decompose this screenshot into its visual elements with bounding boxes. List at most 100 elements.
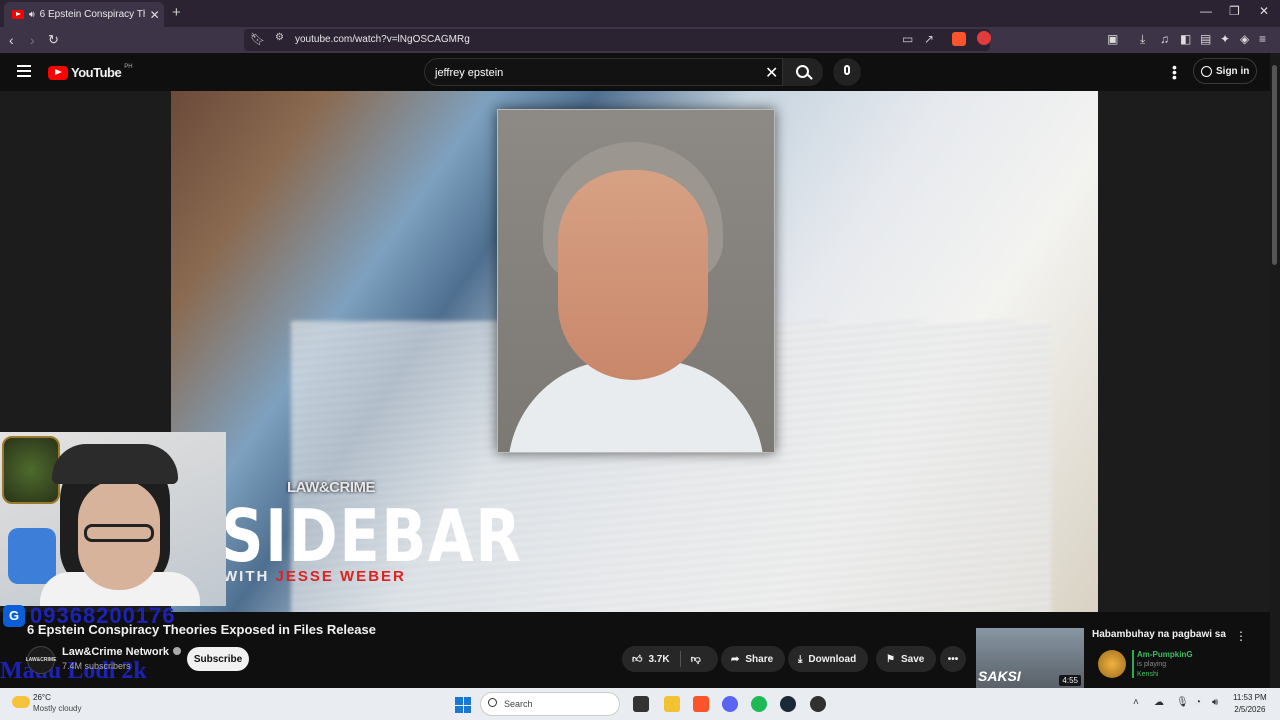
leo-ai-icon[interactable]: ✦ (1220, 32, 1230, 46)
restore-icon[interactable]: ❐ (1229, 4, 1240, 18)
recommended-video[interactable]: SAKSI 4:55 Habambuhay na pagbawi sa ⋮ Am… (975, 628, 1270, 688)
taskbar-search[interactable]: Search (480, 692, 620, 716)
channel-name[interactable]: Law&Crime Network (62, 646, 181, 658)
streamer-name: Am-PumpkinG (1137, 650, 1193, 659)
download-icon: ⤓ (798, 653, 803, 665)
discord-icon[interactable] (722, 696, 738, 712)
country-code: PH (124, 63, 133, 70)
clear-search-icon[interactable]: ✕ (765, 63, 778, 83)
channel-avatar[interactable]: LAW&CRIME (26, 646, 56, 674)
mic-icon (844, 65, 850, 75)
speaker-icon[interactable]: 🔊︎ (29, 9, 35, 20)
taskbar-search-icon (488, 698, 497, 707)
recommended-kebab-icon[interactable]: ⋮ (1235, 629, 1247, 643)
forward-icon[interactable]: › (30, 32, 35, 48)
search-box[interactable]: jeffrey epstein ✕ (424, 58, 823, 86)
save-icon: ⚑ (886, 653, 895, 665)
recommended-thumbnail[interactable]: SAKSI 4:55 (976, 628, 1084, 688)
video-title: 6 Epstein Conspiracy Theories Exposed in… (27, 622, 376, 637)
obs-icon[interactable] (810, 696, 826, 712)
share-icon: ➦ (731, 653, 740, 665)
reload-icon[interactable]: ↻ (48, 32, 59, 48)
channel-name-text[interactable]: Law&Crime Network (62, 646, 169, 658)
page-scrollbar[interactable] (1270, 53, 1280, 688)
video-frame[interactable]: LAW&CRIME SIDEBAR WITH JESSE WEBER (171, 91, 1098, 612)
youtube-logo[interactable]: YouTube PH (48, 63, 133, 80)
search-button[interactable] (782, 58, 823, 86)
spotify-icon[interactable] (751, 696, 767, 712)
plush-toy (8, 528, 56, 584)
mic-tray-icon[interactable]: 🎙︎ (1176, 697, 1189, 708)
file-explorer-icon[interactable] (664, 696, 680, 712)
bookmark-icon[interactable]: 🔖︎ (250, 32, 265, 46)
vpn-icon[interactable]: ◈ (1240, 32, 1249, 46)
gcash-icon (3, 605, 25, 627)
weather-condition[interactable]: Mostly cloudy (33, 704, 81, 713)
brave-rewards-icon[interactable] (977, 31, 991, 45)
search-icon (796, 65, 809, 78)
save-button[interactable]: ⚑ Save (876, 646, 936, 672)
webcam-overlay (0, 432, 226, 606)
reading-list-icon[interactable]: ◧ (1180, 32, 1191, 46)
recommended-title[interactable]: Habambuhay na pagbawi sa (1092, 629, 1226, 640)
sidebar-toggle-icon[interactable]: ▣ (1107, 32, 1118, 46)
site-info-icon[interactable]: ⚙︎ (275, 32, 284, 43)
weather-icon[interactable] (12, 696, 30, 708)
menu-icon[interactable]: ≡ (1259, 32, 1266, 46)
streamer-game: Kenshi (1137, 671, 1159, 678)
scrollbar-thumb[interactable] (1272, 65, 1277, 265)
brave-shield-icon[interactable] (952, 32, 966, 46)
account-icon (1201, 65, 1212, 77)
new-tab-icon[interactable]: + (172, 4, 181, 21)
cast-icon[interactable]: ▭ (902, 32, 913, 46)
address-bar[interactable]: 🔖︎ ⚙︎ youtube.com/watch?v=lNgOSCAGMRg ▭ … (244, 29, 991, 51)
dislike-icon[interactable]: 👎︎ (691, 653, 701, 665)
downloads-icon[interactable]: ⤓ (1140, 32, 1145, 47)
steam-icon[interactable] (780, 696, 796, 712)
browser-nav-bar: ‹ › ↻ 🔖︎ ⚙︎ youtube.com/watch?v=lNgOSCAG… (0, 27, 1280, 53)
verified-icon (172, 647, 181, 655)
like-icon[interactable]: 👍︎ (632, 653, 642, 665)
minimize-icon[interactable]: — (1200, 4, 1212, 18)
windows-start-icon[interactable] (455, 697, 471, 713)
browser-tab[interactable]: 🔊︎ 6 Epstein Conspiracy Theorie ✕ (4, 2, 164, 27)
more-actions-button[interactable]: ••• (940, 646, 966, 672)
task-view-icon[interactable] (633, 696, 649, 712)
search-input[interactable]: jeffrey epstein (435, 67, 503, 79)
youtube-favicon-icon (12, 10, 24, 19)
sign-in-label: Sign in (1216, 65, 1250, 77)
brave-browser-icon[interactable] (693, 696, 709, 712)
close-tab-icon[interactable]: ✕ (150, 8, 160, 22)
temperature[interactable]: 26°C (33, 693, 51, 702)
youtube-play-icon (48, 65, 68, 80)
system-clock[interactable]: 11:53 PM 2/5/2026 (1233, 693, 1267, 714)
close-window-icon[interactable]: ✕ (1259, 4, 1269, 18)
glasses (84, 524, 154, 542)
save-label: Save (900, 653, 925, 665)
host-name: JESSE WEBER (275, 568, 406, 585)
thumbnail-brand: SAKSI (978, 668, 1021, 684)
network-tray-icon[interactable]: ☁︎ (1154, 697, 1164, 708)
sign-in-button[interactable]: Sign in (1193, 58, 1257, 84)
voice-search-button[interactable] (833, 58, 861, 86)
wifi-icon[interactable]: ◔ (1195, 697, 1201, 708)
hamburger-menu-icon[interactable] (17, 65, 31, 80)
wallet-icon[interactable]: ▤ (1200, 32, 1211, 46)
download-button[interactable]: ⤓ Download (788, 646, 868, 672)
video-duration: 4:55 (1059, 675, 1081, 686)
back-icon[interactable]: ‹ (9, 32, 14, 48)
share-button[interactable]: ➦ Share (721, 646, 785, 672)
volume-icon[interactable]: 🔊︎ (1212, 697, 1218, 708)
subscribe-button[interactable]: Subscribe (187, 647, 249, 671)
settings-kebab-icon[interactable]: • • • (1172, 60, 1177, 84)
more-icon: ••• (947, 653, 959, 665)
like-count[interactable]: 3.7K (648, 654, 669, 665)
url-text[interactable]: youtube.com/watch?v=lNgOSCAGMRg (295, 34, 470, 45)
show-title: SIDEBAR (221, 494, 523, 578)
share-page-icon[interactable]: ↗ (924, 32, 934, 46)
download-label: Download (808, 653, 857, 665)
tray-overflow-icon[interactable]: ˄ (1133, 697, 1139, 708)
media-icon[interactable]: ♫ (1160, 32, 1169, 46)
subscriber-count: 7.4M subscribers (62, 661, 131, 671)
windows-taskbar: 26°C Mostly cloudy Search ˄ ☁︎ 🎙︎ ◔ 🔊︎ 1… (0, 688, 1280, 720)
